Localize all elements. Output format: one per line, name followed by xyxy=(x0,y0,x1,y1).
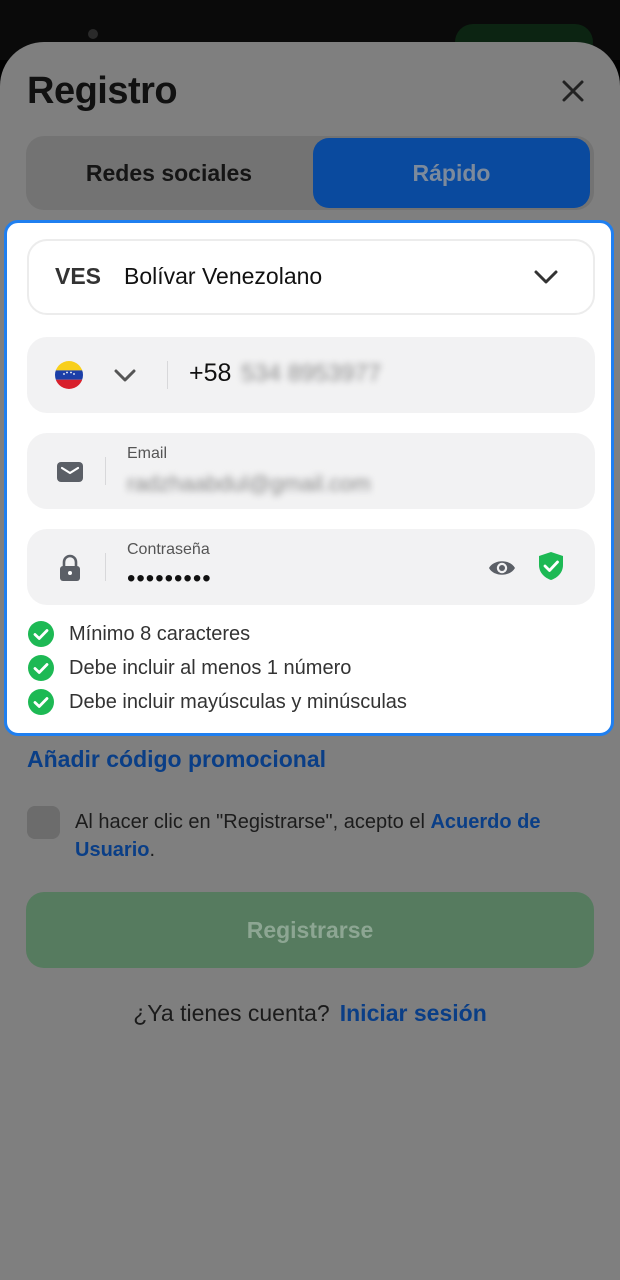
currency-code: VES xyxy=(55,263,102,289)
check-circle-icon xyxy=(28,689,54,715)
password-label: Contraseña xyxy=(127,541,210,558)
venezuela-flag-icon[interactable] xyxy=(55,361,83,389)
register-tabs: Redes sociales Rápido xyxy=(26,136,594,210)
login-link[interactable]: Iniciar sesión xyxy=(340,1000,487,1026)
check-circle-icon xyxy=(28,655,54,681)
phone-field[interactable]: +58 534 8953977 xyxy=(27,337,595,413)
agreement-text: Al hacer clic en "Registrarse", acepto e… xyxy=(75,808,595,864)
phone-number-input[interactable]: 534 8953977 xyxy=(241,360,381,388)
page-title: Registro xyxy=(27,70,178,112)
email-input[interactable]: radzhaabdul@gmail.com xyxy=(127,471,371,497)
registration-sheet: Registro Redes sociales Rápido VES Bolív… xyxy=(0,42,620,1280)
password-rule: Debe incluir mayúsculas y minúsculas xyxy=(27,685,407,719)
chevron-down-icon[interactable] xyxy=(111,361,139,389)
chevron-down-icon xyxy=(534,270,558,284)
rule-text: Mínimo 8 caracteres xyxy=(69,622,251,645)
add-promo-code-link[interactable]: Añadir código promocional xyxy=(27,746,326,773)
eye-icon[interactable] xyxy=(487,555,517,581)
lock-icon xyxy=(60,554,80,581)
password-rules: Mínimo 8 caracteres Debe incluir al meno… xyxy=(27,617,407,719)
currency-name: Bolívar Venezolano xyxy=(124,263,323,289)
form-highlight-card: VES Bolívar Venezolano +58 534 8953977 E… xyxy=(4,220,614,736)
divider xyxy=(105,457,106,485)
envelope-icon xyxy=(57,462,83,482)
close-button[interactable] xyxy=(556,74,590,108)
rule-text: Debe incluir mayúsculas y minúsculas xyxy=(69,690,407,713)
divider xyxy=(167,361,168,389)
password-rule: Debe incluir al menos 1 número xyxy=(27,651,407,685)
email-label: Email xyxy=(127,445,168,462)
register-button[interactable]: Registrarse xyxy=(26,892,594,968)
password-field[interactable]: Contraseña ••••••••• xyxy=(27,529,595,605)
agreement-checkbox[interactable] xyxy=(27,806,60,839)
login-question: ¿Ya tienes cuenta? xyxy=(133,1000,330,1026)
tab-social-networks[interactable]: Redes sociales xyxy=(26,138,312,208)
close-icon xyxy=(562,80,584,102)
rule-text: Debe incluir al menos 1 número xyxy=(69,656,352,679)
phone-prefix: +58 xyxy=(189,359,232,387)
check-circle-icon xyxy=(28,621,54,647)
divider xyxy=(105,553,106,581)
tab-quick[interactable]: Rápido xyxy=(313,138,590,208)
currency-select[interactable]: VES Bolívar Venezolano xyxy=(27,239,595,315)
camera-dot xyxy=(88,29,98,39)
agreement-prefix: Al hacer clic en "Registrarse", acepto e… xyxy=(75,811,431,833)
login-prompt: ¿Ya tienes cuenta? Iniciar sesión xyxy=(0,1000,620,1027)
agreement-suffix: . xyxy=(149,839,156,861)
email-field[interactable]: Email radzhaabdul@gmail.com xyxy=(27,433,595,509)
shield-check-icon xyxy=(539,552,563,580)
password-input[interactable]: ••••••••• xyxy=(127,565,212,593)
password-rule: Mínimo 8 caracteres xyxy=(27,617,407,651)
